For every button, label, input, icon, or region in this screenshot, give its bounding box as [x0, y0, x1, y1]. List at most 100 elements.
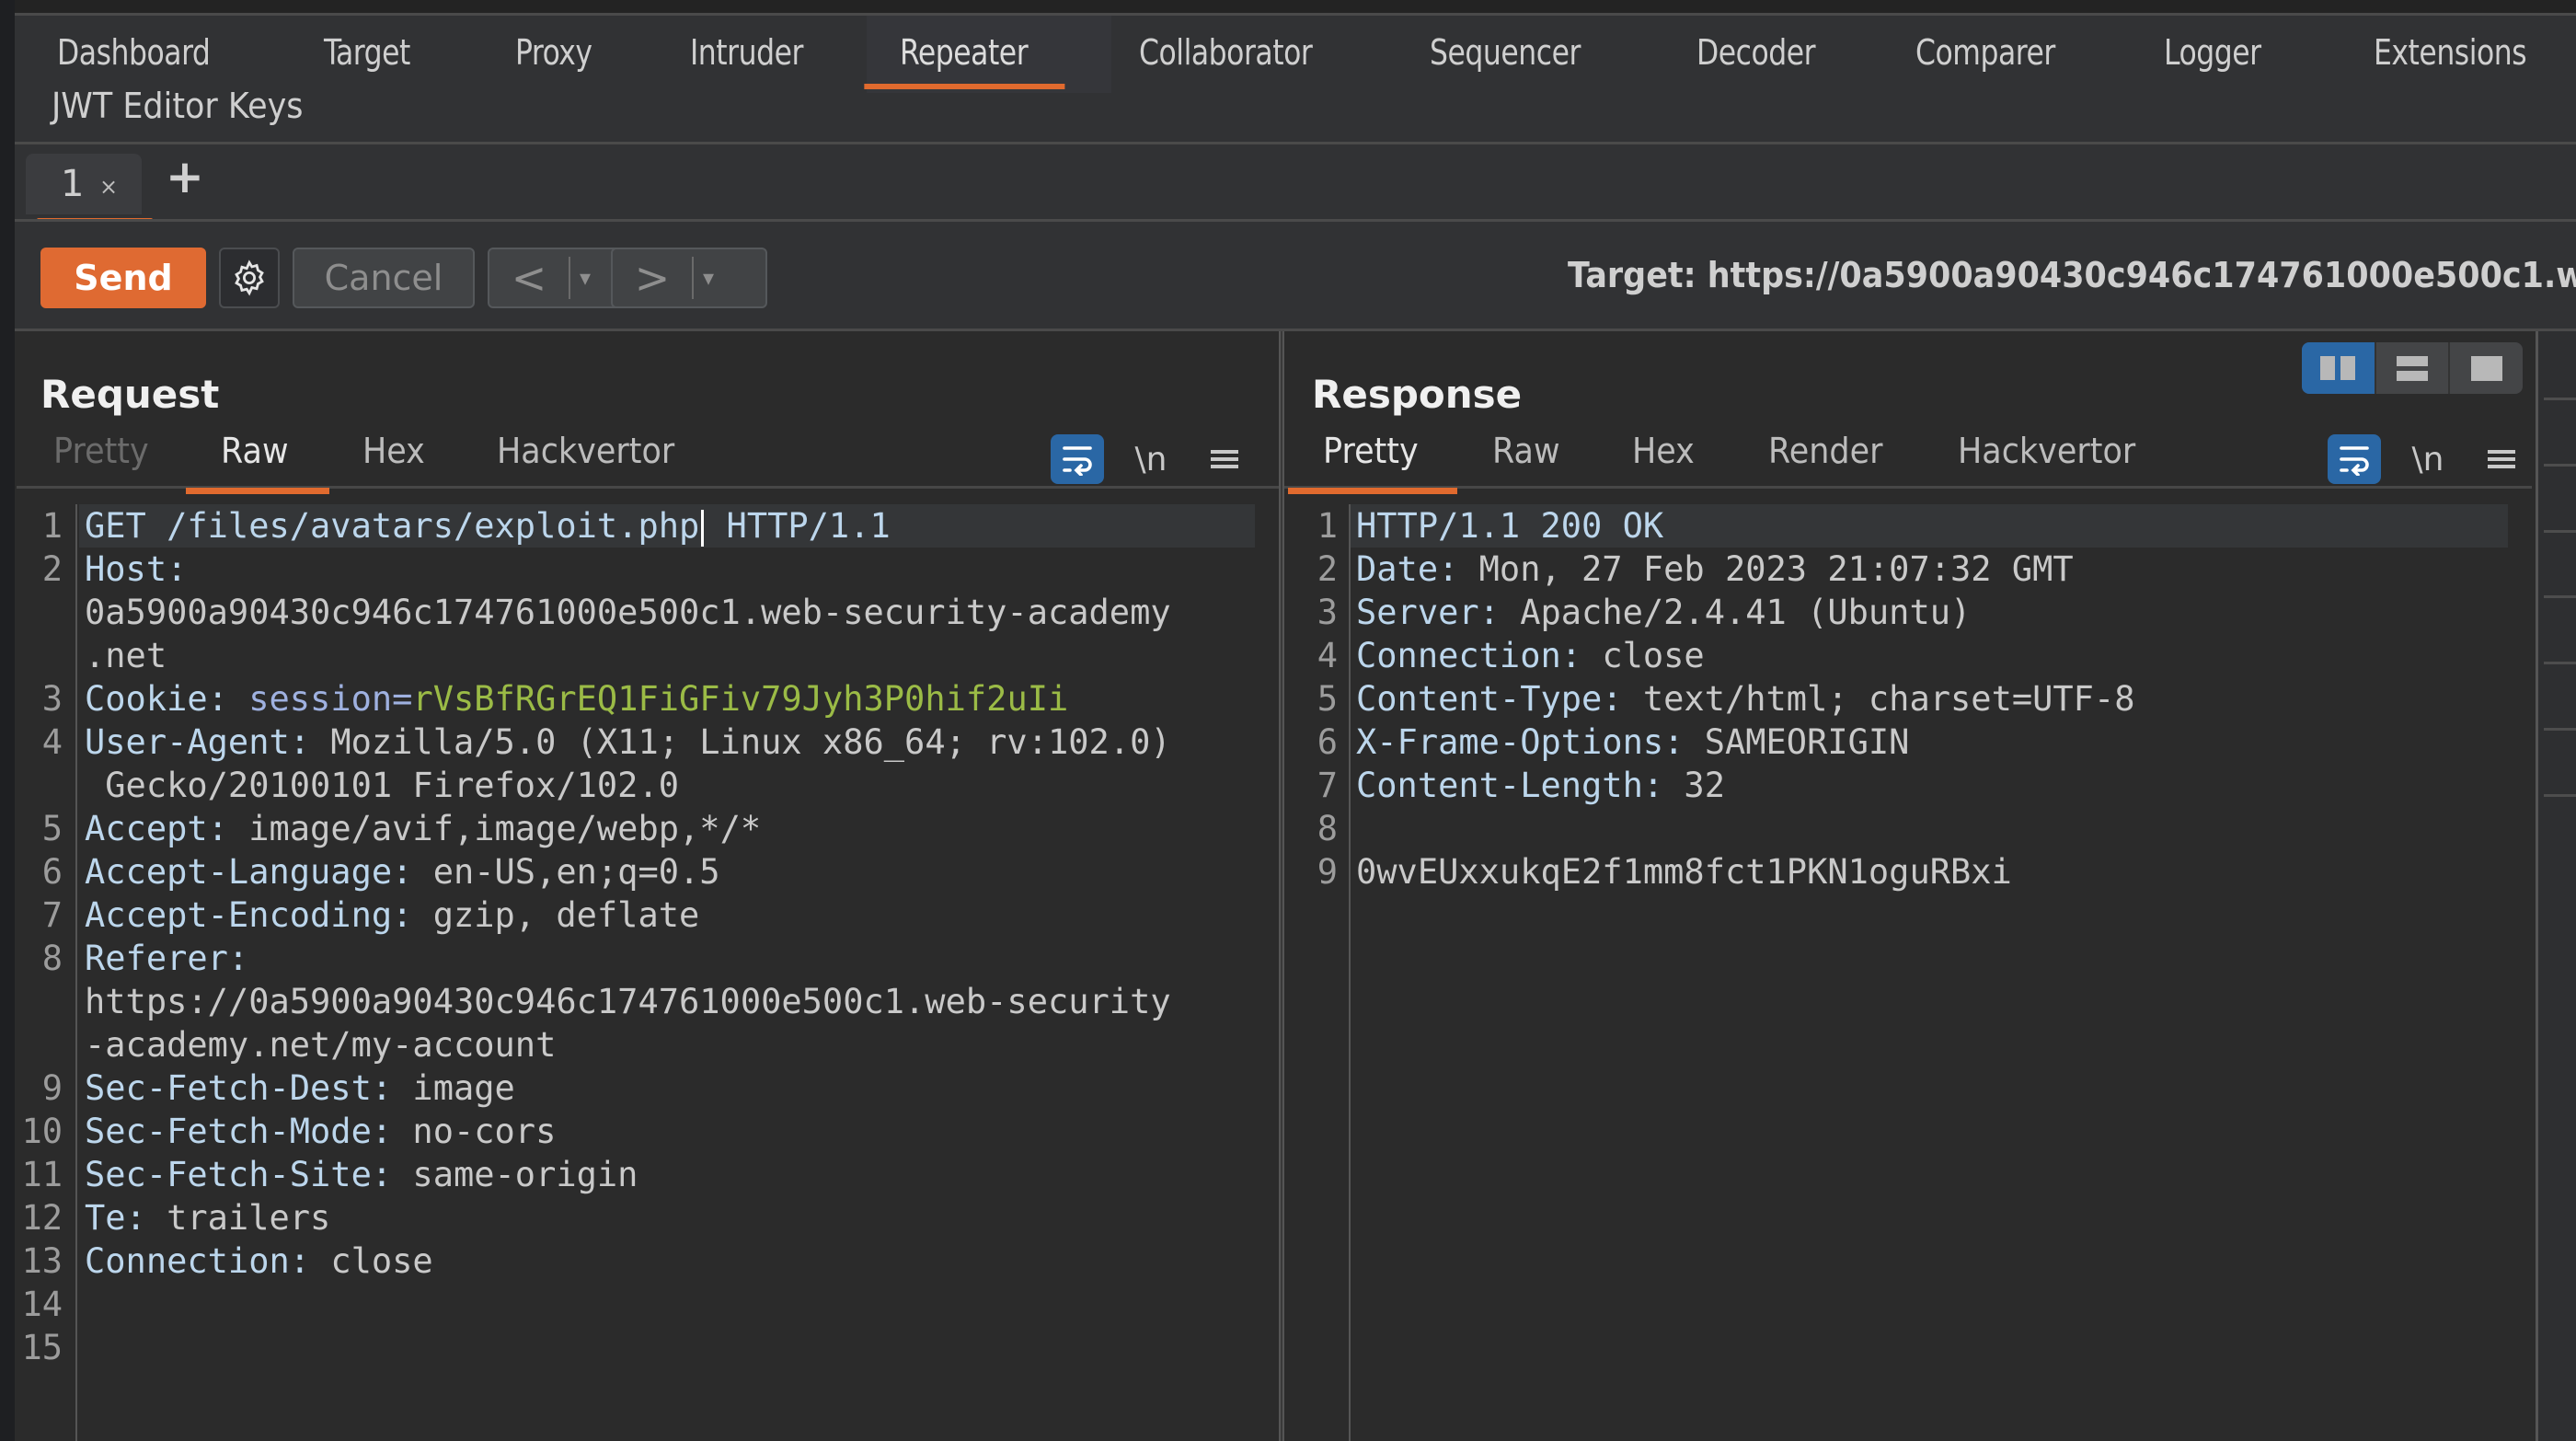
- line-content: Content-Length: 32: [1356, 764, 1725, 807]
- word-wrap-toggle[interactable]: [2328, 434, 2381, 484]
- tool-tab-target[interactable]: Target: [324, 25, 410, 89]
- response-tab-hackvertor[interactable]: Hackvertor: [1958, 431, 2135, 484]
- editor-line: 4 Connection: close: [1284, 634, 2532, 677]
- header-name: GET /files/avatars/exploit.php: [85, 506, 700, 546]
- request-tab-hex[interactable]: Hex: [362, 431, 425, 484]
- header-name: Content-Type:: [1356, 679, 1643, 719]
- target-url[interactable]: Target: https://0a5900a90430c946c1747610…: [1568, 255, 2576, 295]
- tool-tab-sequencer[interactable]: Sequencer: [1430, 25, 1581, 89]
- word-wrap-icon: [1063, 446, 1092, 476]
- cancel-button-label: Cancel: [324, 258, 443, 298]
- editor-line: 8 Referer:: [17, 937, 1279, 980]
- editor-line: 5 Content-Type: text/html; charset=UTF-8: [1284, 677, 2532, 720]
- editor-line: 3 Server: Apache/2.4.41 (Ubuntu): [1284, 591, 2532, 634]
- tool-tab-collaborator[interactable]: Collaborator: [1139, 25, 1313, 89]
- right-side-panel-strip[interactable]: [2536, 331, 2576, 1441]
- send-button[interactable]: Send: [40, 248, 206, 308]
- editor-line-wrap: https://0a5900a90430c946c174761000e500c1…: [17, 980, 1279, 1023]
- line-number: 1: [1317, 506, 1338, 546]
- tool-tab-extensions[interactable]: Extensions: [2374, 25, 2527, 89]
- line-number: 12: [21, 1198, 63, 1238]
- header-value: .net: [85, 636, 167, 675]
- response-tab-hex[interactable]: Hex: [1632, 431, 1695, 484]
- editor-line: 12 Te: trailers: [17, 1196, 1279, 1239]
- response-tab-pretty[interactable]: Pretty: [1323, 431, 1419, 484]
- newline-icon: \n: [1134, 440, 1167, 478]
- repeater-tab-1[interactable]: 1 ×: [26, 154, 153, 224]
- layout-single-button[interactable]: [2450, 342, 2523, 394]
- response-editor[interactable]: 1 HTTP/1.1 200 OK 2 Date: Mon, 27 Feb 2023 …: [1284, 504, 2532, 1441]
- editor-line: 5 Accept: image/avif,image/webp,*/*: [17, 807, 1279, 850]
- header-value: close: [330, 1241, 433, 1281]
- header-name: HTTP/1.1 200 OK: [1356, 506, 1664, 546]
- line-number: 10: [21, 1112, 63, 1151]
- line-number: 8: [41, 939, 63, 978]
- line-number: 9: [1317, 852, 1338, 892]
- close-tab-icon[interactable]: ×: [99, 174, 118, 200]
- line-number: 4: [1317, 636, 1338, 675]
- header-value: https://0a5900a90430c946c174761000e500c1…: [85, 982, 1171, 1021]
- editor-line-wrap: Gecko/20100101 Firefox/102.0: [17, 764, 1279, 807]
- hamburger-menu-icon: [1211, 446, 1238, 472]
- dropdown-arrow-icon[interactable]: ▾: [694, 265, 723, 291]
- header-value: image: [412, 1068, 515, 1108]
- forward-history-button[interactable]: > ▾: [611, 248, 767, 308]
- show-newlines-toggle[interactable]: \n: [2401, 434, 2455, 484]
- active-view-tab-indicator: [1288, 488, 1457, 494]
- header-value: no-cors: [412, 1112, 557, 1151]
- tool-tab-repeater[interactable]: Repeater: [864, 25, 1065, 89]
- settings-button[interactable]: [219, 248, 280, 308]
- header-value: Mon, 27 Feb 2023 21:07:32 GMT: [1478, 549, 2074, 589]
- line-number: 8: [1317, 809, 1338, 848]
- tool-tab-proxy[interactable]: Proxy: [515, 25, 592, 89]
- dropdown-arrow-icon[interactable]: ▾: [570, 265, 600, 291]
- line-content: Connection: close: [1356, 634, 1705, 677]
- line-content: Accept: image/avif,image/webp,*/*: [85, 807, 761, 850]
- line-content: Host:: [85, 548, 187, 591]
- response-tab-raw[interactable]: Raw: [1492, 431, 1560, 484]
- layout-top-bottom-button[interactable]: [2376, 342, 2451, 394]
- line-number: 3: [41, 679, 63, 719]
- header-value: same-origin: [412, 1155, 638, 1194]
- editor-line: 4 User-Agent: Mozilla/5.0 (X11; Linux x86…: [17, 720, 1279, 764]
- send-button-label: Send: [74, 258, 173, 298]
- header-name: Connection:: [1356, 636, 1603, 675]
- line-content: Server: Apache/2.4.41 (Ubuntu): [1356, 591, 1971, 634]
- editor-line: 10 Sec-Fetch-Mode: no-cors: [17, 1110, 1279, 1153]
- response-tab-render[interactable]: Render: [1768, 431, 1882, 484]
- add-tab-button[interactable]: +: [166, 150, 204, 203]
- tool-tab-comparer[interactable]: Comparer: [1915, 25, 2055, 89]
- editor-line: 3 Cookie: session=rVsBfRGrEQ1FiGFiv79Jyh3…: [17, 677, 1279, 720]
- request-editor[interactable]: 1 GET /files/avatars/exploit.php HTTP/1.1…: [17, 504, 1279, 1441]
- editor-line: 11 Sec-Fetch-Site: same-origin: [17, 1153, 1279, 1196]
- word-wrap-toggle[interactable]: [1051, 434, 1104, 484]
- tool-tab-jwt-editor-keys[interactable]: JWT Editor Keys: [52, 86, 304, 126]
- header-value: text/html; charset=UTF-8: [1642, 679, 2135, 719]
- cancel-button[interactable]: Cancel: [293, 248, 475, 308]
- chevron-left-icon: <: [511, 253, 547, 303]
- line-content: Connection: close: [85, 1239, 433, 1283]
- layout-toggle: [2302, 342, 2523, 394]
- chevron-right-icon: >: [634, 253, 671, 303]
- tool-tab-dashboard[interactable]: Dashboard: [57, 25, 211, 89]
- request-tab-raw[interactable]: Raw: [221, 431, 289, 484]
- panel-strip-marker: [2544, 794, 2576, 797]
- line-content: Cookie: session=rVsBfRGrEQ1FiGFiv79Jyh3P…: [85, 677, 1068, 720]
- header-value: close: [1602, 636, 1705, 675]
- header-name: Accept:: [85, 809, 249, 848]
- editor-line: 1 GET /files/avatars/exploit.php HTTP/1.1: [42, 504, 1255, 548]
- layout-side-by-side-button[interactable]: [2302, 342, 2376, 394]
- columns-layout-icon: [2320, 356, 2356, 380]
- tool-tab-logger[interactable]: Logger: [2164, 25, 2261, 89]
- tool-tab-decoder[interactable]: Decoder: [1696, 25, 1816, 89]
- header-name: Connection:: [85, 1241, 331, 1281]
- editor-menu-button[interactable]: [1198, 434, 1251, 484]
- tool-tab-intruder[interactable]: Intruder: [690, 25, 803, 89]
- cookie-value: rVsBfRGrEQ1FiGFiv79Jyh3P0hif2uIi: [412, 679, 1069, 719]
- line-number: 4: [41, 722, 63, 762]
- editor-line-wrap: 0a5900a90430c946c174761000e500c1.web-sec…: [17, 591, 1279, 634]
- request-tab-hackvertor[interactable]: Hackvertor: [497, 431, 674, 484]
- editor-menu-button[interactable]: [2475, 434, 2528, 484]
- show-newlines-toggle[interactable]: \n: [1124, 434, 1178, 484]
- repeater-toolbar: Send Cancel < ▾ > ▾ Target: https://0a59…: [15, 219, 2576, 331]
